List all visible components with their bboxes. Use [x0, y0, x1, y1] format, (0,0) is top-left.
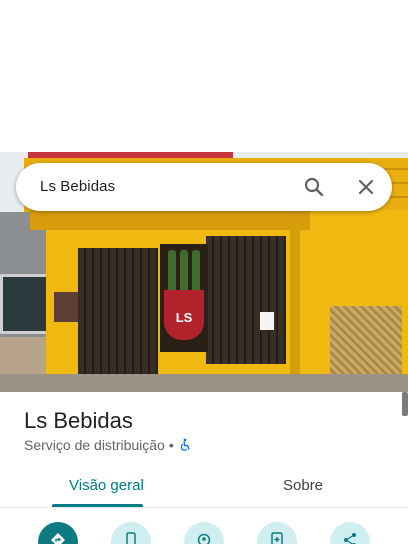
scrollbar-thumb[interactable]: [402, 392, 408, 416]
blank-header-area: [0, 0, 408, 152]
place-category: Serviço de distribuição •: [24, 437, 192, 453]
store-door: [78, 248, 158, 392]
store-poster: LS: [160, 244, 208, 352]
selected-tab-indicator: [52, 504, 143, 507]
save-icon: [271, 532, 283, 544]
nearby-button[interactable]: [184, 522, 224, 544]
phone-icon: [126, 532, 136, 544]
place-title: Ls Bebidas: [24, 408, 133, 433]
share-icon: [344, 533, 356, 544]
call-button[interactable]: [111, 522, 151, 544]
search-box[interactable]: Ls Bebidas: [16, 163, 392, 211]
close-icon[interactable]: [354, 175, 378, 199]
category-separator: •: [168, 437, 174, 453]
store-window: [206, 236, 286, 364]
action-bar: [0, 522, 408, 544]
directions-button[interactable]: [38, 522, 78, 544]
tab-about[interactable]: Sobre: [283, 477, 323, 494]
directions-icon: [51, 533, 65, 544]
wheelchair-accessible-icon: [178, 438, 192, 452]
save-button[interactable]: [257, 522, 297, 544]
nearby-icon: [197, 533, 211, 544]
tab-overview[interactable]: Visão geral: [69, 477, 144, 494]
search-icon[interactable]: [302, 175, 326, 199]
tab-bar: Visão geral Sobre: [0, 468, 408, 508]
category-label: Serviço de distribuição: [24, 437, 165, 453]
share-button[interactable]: [330, 522, 370, 544]
search-input[interactable]: Ls Bebidas: [40, 178, 115, 195]
